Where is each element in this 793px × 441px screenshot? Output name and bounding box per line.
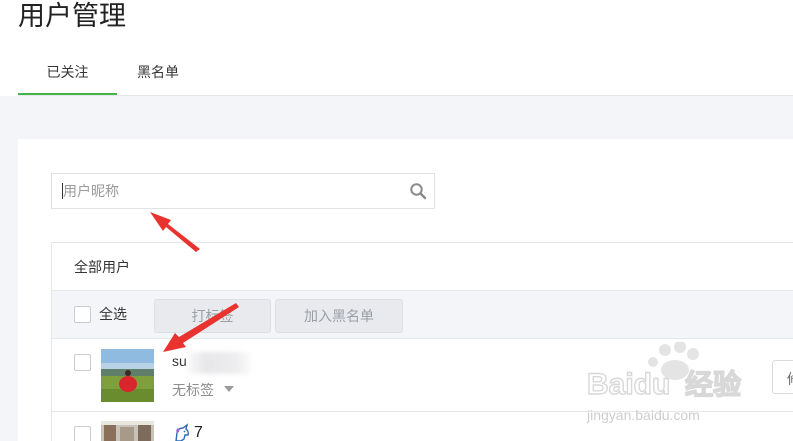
avatar[interactable] [101, 421, 154, 441]
table-row: su 无标签 修 [52, 340, 793, 412]
edit-remark-label: 修 [787, 369, 793, 389]
tab-divider [18, 95, 793, 96]
redacted-name [187, 352, 251, 374]
tab-followed[interactable]: 已关注 [18, 56, 117, 96]
select-all-checkbox[interactable] [74, 306, 91, 323]
header: 用户管理 已关注 黑名单 [0, 0, 793, 96]
search-box[interactable] [51, 173, 435, 209]
tab-bar: 已关注 黑名单 [18, 56, 201, 96]
unicorn-icon [175, 423, 189, 441]
user-tag-label[interactable]: 无标签 [172, 380, 214, 400]
user-panel: 全部用户 全选 打标签 加入黑名单 su 无标签 [18, 139, 793, 441]
tab-blacklist[interactable]: 黑名单 [117, 56, 201, 96]
search-icon[interactable] [409, 182, 427, 200]
user-table: 全部用户 全选 打标签 加入黑名单 su 无标签 7 [51, 242, 793, 441]
user-nickname[interactable]: su [172, 353, 187, 369]
text-cursor [62, 183, 63, 199]
row-checkbox[interactable] [74, 354, 91, 371]
row-checkbox[interactable] [74, 426, 91, 441]
edit-remark-button[interactable]: 修 [772, 360, 793, 394]
tag-button[interactable]: 打标签 [154, 299, 271, 333]
select-all-label: 全选 [99, 306, 127, 322]
group-label: 全部用户 [52, 243, 793, 291]
page-title: 用户管理 [18, 1, 126, 31]
table-toolbar: 全选 打标签 加入黑名单 [52, 291, 793, 339]
avatar[interactable] [101, 349, 154, 402]
chevron-down-icon[interactable] [224, 386, 234, 392]
add-to-blacklist-button[interactable]: 加入黑名单 [275, 299, 403, 333]
user-nickname-text: 7 [194, 424, 203, 441]
table-row: 7 [52, 412, 793, 441]
user-nickname[interactable]: 7 [172, 423, 203, 441]
search-input[interactable] [52, 174, 392, 208]
